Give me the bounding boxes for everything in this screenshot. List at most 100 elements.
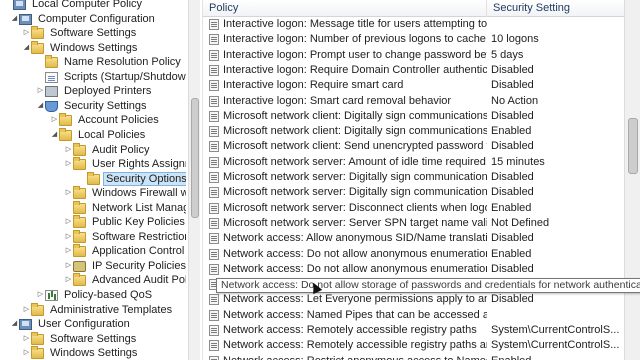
list-vertical-scrollbar[interactable] — [624, 0, 640, 360]
tree-node[interactable]: ▷ Deployed Printers — [36, 84, 154, 98]
policy-row[interactable]: Interactive logon: Message title for use… — [203, 17, 624, 32]
expand-arrow-icon[interactable]: ▷ — [22, 303, 31, 317]
tree-scroll-thumb[interactable] — [191, 98, 199, 218]
expand-arrow-icon[interactable]: ▷ — [64, 157, 73, 171]
tree-node-label[interactable]: Scripts (Startup/Shutdown) — [61, 70, 186, 84]
tree-node[interactable]: ▷ Windows Firewall with Ac — [64, 186, 186, 200]
tree-node[interactable]: ▷ Software Settings — [22, 26, 139, 40]
tree-node[interactable]: ◢ Computer Configuration — [10, 12, 158, 26]
collapse-arrow-icon[interactable]: ◢ — [36, 99, 45, 113]
expand-arrow-icon[interactable]: ▷ — [64, 230, 73, 244]
tree-node[interactable]: ▷ User Rights Assignme — [64, 157, 186, 171]
tree-node-label[interactable]: User Configuration — [35, 317, 133, 331]
expand-arrow-icon[interactable]: ▷ — [64, 259, 73, 273]
policy-row[interactable]: Network access: Restrict anonymous acces… — [203, 354, 624, 360]
expand-arrow-icon[interactable]: ▷ — [64, 244, 73, 258]
policy-row[interactable]: Microsoft network client: Send unencrypt… — [203, 139, 624, 154]
tree-node[interactable]: ◢ Local Policies — [50, 127, 148, 142]
tree-node[interactable]: ◢ Security Settings — [36, 99, 150, 113]
policy-row[interactable]: Network access: Allow anonymous SID/Name… — [203, 231, 624, 246]
expand-arrow-icon[interactable]: ▷ — [36, 84, 45, 98]
tree-node-label[interactable]: Account Policies — [75, 113, 162, 127]
tree-node-label[interactable]: Name Resolution Policy — [61, 55, 184, 69]
tree-node[interactable]: ▷ Policy-based QoS — [36, 288, 155, 302]
policy-row[interactable]: Microsoft network client: Digitally sign… — [203, 124, 624, 139]
column-header-policy[interactable]: Policy — [203, 0, 487, 17]
tree-node-label[interactable]: Computer Configuration — [35, 12, 158, 26]
policy-row[interactable]: Network access: Do not allow anonymous e… — [203, 247, 624, 262]
policy-row[interactable]: Microsoft network server: Digitally sign… — [203, 170, 624, 185]
tree-vertical-scrollbar[interactable] — [188, 0, 200, 360]
policy-row[interactable]: Microsoft network server: Server SPN tar… — [203, 216, 624, 231]
tree-node[interactable]: ▷ Account Policies — [50, 113, 162, 127]
policy-row[interactable]: Network access: Let Everyone permissions… — [203, 292, 624, 307]
tree-node[interactable]: ▷ Audit Policy — [64, 142, 152, 157]
tree-node[interactable]: ▷ Public Key Policies — [64, 215, 186, 229]
collapse-arrow-icon[interactable]: ◢ — [22, 41, 31, 55]
expand-arrow-icon[interactable]: ▷ — [36, 288, 45, 302]
tree-node-label[interactable]: Deployed Printers — [61, 84, 154, 98]
tree-node-label[interactable]: User Rights Assignme — [89, 157, 186, 171]
console-tree[interactable]: Local Computer Policy ◢ Computer Configura… — [0, 0, 186, 360]
tree-node-label[interactable]: Local Computer Policy — [29, 0, 145, 11]
tree-node-label[interactable]: Security Settings — [61, 99, 150, 113]
collapse-arrow-icon[interactable]: ◢ — [50, 128, 59, 142]
tree-node[interactable]: ◢ Windows Settings — [22, 40, 140, 55]
expand-arrow-icon[interactable]: ▷ — [22, 26, 31, 40]
policy-row[interactable]: Microsoft network server: Amount of idle… — [203, 155, 624, 170]
policy-row[interactable]: Interactive logon: Number of previous lo… — [203, 32, 624, 47]
policy-row[interactable]: Network access: Do not allow anonymous e… — [203, 262, 624, 277]
tree-node-label[interactable]: Network List Manager Po — [89, 201, 186, 215]
tree-node[interactable]: Name Resolution Policy — [36, 55, 184, 69]
tree-node-label[interactable]: Software Settings — [47, 26, 139, 40]
expand-arrow-icon[interactable]: ▷ — [64, 143, 73, 157]
tree-node[interactable]: Local Computer Policy — [4, 0, 145, 11]
tree-node[interactable]: Scripts (Startup/Shutdown) — [36, 70, 186, 84]
expand-arrow-icon[interactable]: ▷ — [64, 215, 73, 229]
policy-row[interactable]: Interactive logon: Prompt user to change… — [203, 48, 624, 63]
tree-node[interactable]: ▷ Administrative Templates — [22, 302, 175, 317]
tree-node-label[interactable]: Administrative Templates — [47, 303, 175, 317]
collapse-arrow-icon[interactable]: ◢ — [10, 317, 19, 331]
tree-node-label[interactable]: IP Security Policies on Lo — [89, 259, 186, 273]
tree-node-label[interactable]: Windows Firewall with Ac — [89, 186, 186, 200]
tree-node-label[interactable]: Software Restriction Polic — [89, 230, 186, 244]
tree-node-label[interactable]: Windows Settings — [47, 41, 140, 55]
tree-node-label[interactable]: Security Options — [103, 171, 186, 186]
policy-row[interactable]: Network access: Named Pipes that can be … — [203, 308, 624, 323]
policy-row[interactable]: Interactive logon: Smart card removal be… — [203, 94, 624, 109]
tree-node-label[interactable]: Advanced Audit Policy C — [89, 273, 186, 287]
tree-node-label[interactable]: Local Policies — [75, 128, 148, 142]
tree-node-label[interactable]: Public Key Policies — [89, 215, 186, 229]
collapse-arrow-icon[interactable]: ◢ — [10, 12, 19, 26]
tree-node-label[interactable]: Application Control Polic — [89, 244, 186, 258]
tree-node[interactable]: ◢ User Configuration — [10, 317, 133, 331]
tree-node-label[interactable]: Software Settings — [47, 332, 139, 346]
tree-node[interactable]: ▷ Advanced Audit Policy C — [64, 273, 186, 287]
policy-row[interactable]: Interactive logon: Require Domain Contro… — [203, 63, 624, 78]
expand-arrow-icon[interactable]: ▷ — [22, 332, 31, 346]
expand-arrow-icon[interactable]: ▷ — [64, 273, 73, 287]
policy-row[interactable]: Microsoft network server: Disconnect cli… — [203, 201, 624, 216]
tree-node[interactable]: Security Options — [78, 171, 186, 186]
tree-node-label[interactable]: Windows Settings — [47, 346, 140, 360]
expand-arrow-icon[interactable]: ▷ — [22, 346, 31, 360]
policy-row[interactable]: Network access: Remotely accessible regi… — [203, 323, 624, 338]
tree-node[interactable]: ▷ IP Security Policies on Lo — [64, 259, 186, 273]
policy-row[interactable]: Interactive logon: Require smart card Dis… — [203, 78, 624, 93]
tree-node[interactable]: ▷ Application Control Polic — [64, 244, 186, 258]
tree-node[interactable]: ▷ Windows Settings — [22, 346, 140, 360]
expand-arrow-icon[interactable]: ▷ — [50, 113, 59, 127]
tree-node[interactable]: Network List Manager Po — [64, 200, 186, 215]
tree-node[interactable]: ▷ Software Settings — [22, 331, 139, 346]
policy-row[interactable]: Network access: Remotely accessible regi… — [203, 338, 624, 353]
policy-list[interactable]: Policy Security Setting Interactive logo… — [202, 0, 624, 360]
column-header-security-setting[interactable]: Security Setting — [487, 0, 624, 17]
tree-node-label[interactable]: Policy-based QoS — [61, 288, 155, 302]
policy-row[interactable]: Microsoft network server: Digitally sign… — [203, 185, 624, 200]
list-scroll-thumb[interactable] — [628, 118, 638, 174]
policy-row[interactable]: Microsoft network client: Digitally sign… — [203, 109, 624, 124]
tree-node-label[interactable]: Audit Policy — [89, 143, 152, 157]
expand-arrow-icon[interactable]: ▷ — [64, 186, 73, 200]
tree-node[interactable]: ▷ Software Restriction Polic — [64, 229, 186, 244]
